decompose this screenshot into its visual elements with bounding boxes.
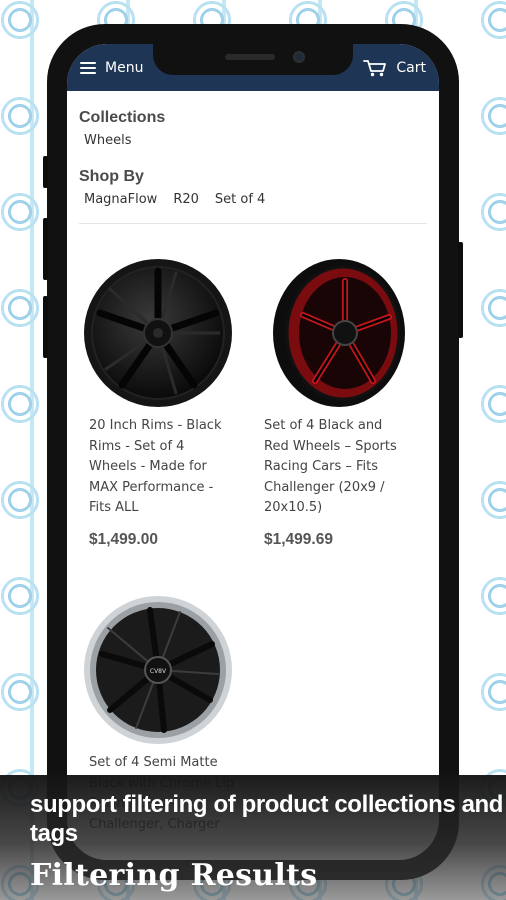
chrome-lip-wheel-icon[interactable]: CV8V [79, 592, 237, 748]
collection-list: Wheels [79, 133, 427, 148]
product-price: $1,499.69 [264, 530, 333, 548]
power-button [458, 242, 463, 338]
caption-subtitle: support filtering of product collections… [30, 791, 504, 847]
product-card[interactable]: Set of 4 Black and Red Wheels – Sports R… [254, 255, 412, 549]
volume-down-button [43, 296, 48, 358]
black-red-wheel-icon[interactable] [254, 255, 412, 411]
product-title[interactable]: 20 Inch Rims - Black Rims - Set of 4 Whe… [79, 416, 237, 519]
collections-heading: Collections [79, 109, 166, 126]
product-card[interactable]: 20 Inch Rims - Black Rims - Set of 4 Whe… [79, 255, 237, 549]
shop-by-heading: Shop By [79, 168, 144, 185]
cart-label: Cart [396, 59, 426, 76]
tag-link-set-of-4[interactable]: Set of 4 [215, 192, 265, 207]
hamburger-icon [80, 61, 96, 74]
menu-button[interactable]: Menu [80, 60, 143, 76]
cart-icon [363, 59, 387, 77]
phone-screen: Menu Cart Collections Wheels Shop By Mag… [67, 44, 439, 860]
front-camera [293, 51, 305, 63]
svg-text:CV8V: CV8V [150, 668, 167, 675]
collection-content: Collections Wheels Shop By MagnaFlow R20… [79, 91, 427, 832]
product-title[interactable]: Set of 4 Black and Red Wheels – Sports R… [254, 416, 412, 519]
notch [153, 44, 353, 75]
black-wheel-icon[interactable] [79, 255, 237, 411]
volume-up-button [43, 218, 48, 280]
product-price: $1,499.00 [89, 530, 158, 548]
tag-filter-list: MagnaFlow R20 Set of 4 [79, 192, 427, 207]
filter-divider [79, 223, 427, 224]
mute-switch [43, 156, 48, 188]
tag-link-magnaflow[interactable]: MagnaFlow [84, 192, 157, 207]
cart-button[interactable]: Cart [363, 59, 426, 77]
speaker [225, 54, 275, 60]
caption-title: Filtering Results [30, 858, 318, 893]
tag-link-r20[interactable]: R20 [173, 192, 199, 207]
collection-link-wheels[interactable]: Wheels [84, 133, 131, 148]
phone-frame: Menu Cart Collections Wheels Shop By Mag… [43, 24, 463, 880]
menu-label: Menu [105, 59, 144, 76]
